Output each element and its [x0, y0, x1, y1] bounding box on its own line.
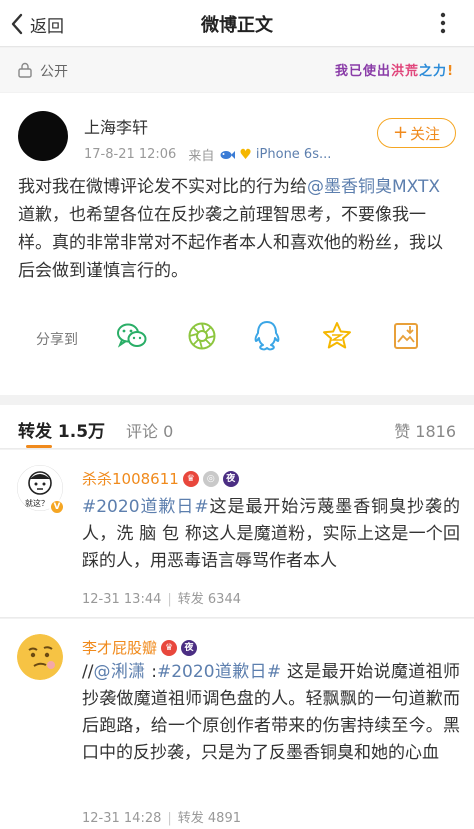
follow-button[interactable]: + 关注 — [377, 118, 456, 148]
qzone-icon[interactable] — [320, 319, 354, 353]
comment-text: //@浰潇 :#2020道歉日# 这是最开始说魔道祖师抄袭做魔道祖师调色盘的人。… — [82, 659, 460, 767]
card-badge[interactable]: 我已使出洪荒之力! — [335, 60, 454, 79]
commenter-name-row: 李才屁股瓣 ♛ 夜 — [82, 637, 198, 658]
silver-medal-icon: ◎ — [202, 470, 219, 487]
mention-link[interactable]: @浰潇 — [93, 662, 145, 682]
follow-label: 关注 — [410, 124, 441, 143]
page-title: 微博正文 — [201, 15, 273, 36]
verified-badge-icon: V — [49, 499, 65, 515]
post-body: 我对我在微博评论发不实对比的行为给@墨香铜臭MXTX 道歉，也希望各位在反抄袭之… — [18, 173, 458, 285]
post-time: 17-8-21 12:06 — [84, 147, 177, 162]
comment-repost-count: 转发 4891 — [177, 811, 241, 826]
privacy-row: 公开 我已使出洪荒之力! — [0, 48, 474, 92]
crown-badge-icon: ♛ — [161, 639, 178, 656]
comment-meta: 12-31 13:44 | 转发 6344 — [82, 592, 241, 607]
interaction-tabs: 转发 1.5万 评论 0 赞 1816 — [0, 405, 474, 449]
badge-part-1: 我已使出 — [335, 64, 392, 79]
from-label: 来自 — [188, 149, 215, 164]
hashtag-link[interactable]: #2020道歉日# — [157, 662, 281, 682]
post-meta: 17-8-21 12:06 来自 ♥ iPhone 6s... — [84, 145, 331, 165]
author-avatar[interactable] — [18, 111, 68, 161]
nav-bar: 返回 微博正文 — [0, 0, 474, 47]
comment-time: 12-31 14:28 — [82, 811, 162, 826]
night-badge-icon: 夜 — [222, 470, 239, 487]
post-text-before: 我对我在微博评论发不实对比的行为给 — [18, 177, 307, 197]
avatar[interactable] — [17, 634, 63, 680]
comment-prefix: // — [82, 662, 94, 682]
commenter-name[interactable]: 杀杀1008611 — [82, 468, 179, 489]
night-badge-icon: 夜 — [181, 639, 198, 656]
badge-part-2: 洪荒 — [391, 64, 420, 79]
comment-text: #2020道歉日#这是最开始污蔑墨香铜臭抄袭的人，洗 脑 包 称这人是魔道粉，实… — [82, 494, 460, 575]
active-tab-indicator — [26, 445, 52, 448]
commenter-name[interactable]: 李才屁股瓣 — [82, 637, 157, 658]
comment-time: 12-31 13:44 — [82, 592, 162, 607]
tab-like[interactable]: 赞 1816 — [394, 418, 456, 442]
list-item[interactable]: 就这？ V 杀杀1008611 ♛ ◎ 夜 #2020道歉日#这是最开始污蔑墨香… — [0, 450, 474, 618]
save-image-icon[interactable] — [389, 319, 423, 353]
author-name[interactable]: 上海李轩 — [84, 114, 148, 138]
comment-separator: : — [145, 662, 157, 682]
crown-badge-icon: ♛ — [182, 470, 199, 487]
more-options-icon[interactable] — [432, 12, 454, 34]
commenter-name-row: 杀杀1008611 ♛ ◎ 夜 — [82, 468, 239, 489]
post-mention[interactable]: @墨香铜臭MXTX — [307, 177, 440, 197]
moments-icon[interactable] — [185, 319, 219, 353]
fish-icon — [220, 150, 236, 159]
tab-repost[interactable]: 转发 1.5万 — [18, 417, 105, 442]
badge-part-4: ! — [447, 64, 454, 79]
lock-icon — [18, 62, 32, 78]
wechat-icon[interactable] — [115, 319, 149, 353]
post-text-after: 道歉，也希望各位在反抄袭之前理智思考，不要像我一样。真的非常非常对不起作者本人和… — [18, 205, 443, 281]
comment-repost-count: 转发 6344 — [177, 592, 241, 607]
comment-meta: 12-31 14:28 | 转发 4891 — [82, 811, 241, 826]
share-bar: 分享到 — [0, 319, 474, 369]
share-label: 分享到 — [36, 332, 78, 348]
weibo-post: 上海李轩 17-8-21 12:06 来自 ♥ iPhone 6s... + 关… — [0, 93, 474, 395]
heart-icon: ♥ — [239, 146, 252, 163]
qq-icon[interactable] — [250, 319, 284, 353]
device-link[interactable]: iPhone 6s... — [256, 147, 331, 162]
avatar-caption: 就这？ — [25, 499, 49, 508]
plus-icon: + — [392, 122, 409, 143]
badge-part-3: 之力 — [419, 64, 448, 79]
tab-comment[interactable]: 评论 0 — [126, 418, 173, 442]
privacy-label: 公开 — [40, 64, 68, 80]
hashtag-link[interactable]: #2020道歉日# — [82, 497, 209, 517]
list-item[interactable]: 李才屁股瓣 ♛ 夜 //@浰潇 :#2020道歉日# 这是最开始说魔道祖师抄袭做… — [0, 619, 474, 829]
